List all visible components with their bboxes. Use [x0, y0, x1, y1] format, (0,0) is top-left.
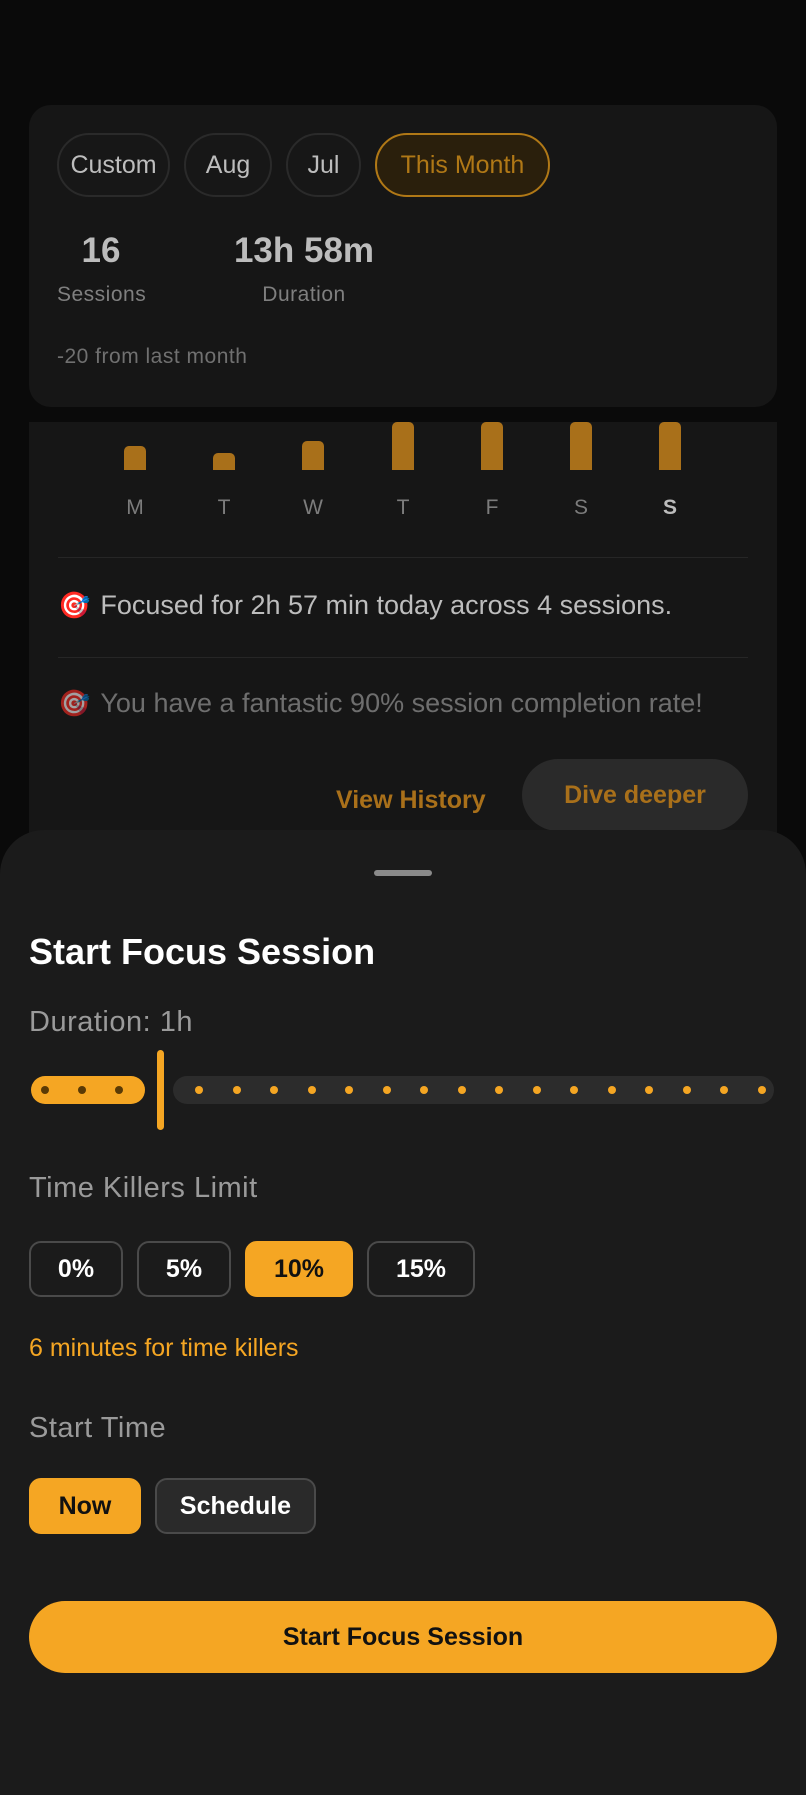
- duration-label: Duration: [262, 283, 346, 306]
- day-bar: [481, 422, 503, 470]
- target-icon: 🎯: [58, 590, 91, 620]
- sessions-label: Sessions: [57, 283, 147, 306]
- weekday-label: T: [217, 496, 231, 519]
- sheet-title: Start Focus Session: [29, 931, 376, 972]
- slider-dot: [645, 1086, 653, 1094]
- slider-dot: [78, 1086, 86, 1094]
- comparison-text: -20 from last month: [57, 345, 248, 368]
- slider-dot: [607, 1086, 616, 1094]
- view-history-button[interactable]: View History: [336, 786, 486, 815]
- day-bar: [659, 422, 681, 470]
- period-aug[interactable]: Aug: [184, 133, 272, 197]
- time-killers-label: Time Killers Limit: [29, 1172, 258, 1204]
- divider: [58, 557, 748, 558]
- dive-deeper-button[interactable]: Dive deeper: [522, 759, 748, 831]
- period-custom[interactable]: Custom: [57, 133, 170, 197]
- day-bar: [302, 441, 324, 470]
- slider-dot: [115, 1086, 123, 1094]
- day-bar: [570, 422, 592, 470]
- slider-dot: [270, 1086, 278, 1094]
- slider-dot: [345, 1086, 353, 1094]
- start-time-options: Now Schedule: [29, 1478, 316, 1534]
- day-bar: [213, 453, 235, 470]
- time-killers-note: 6 minutes for time killers: [29, 1334, 299, 1362]
- weekday-label: S: [573, 496, 588, 519]
- period-this-month[interactable]: This Month: [375, 133, 550, 197]
- weekday-label: M: [126, 496, 144, 519]
- weekday-label: F: [485, 496, 499, 519]
- schedule-button[interactable]: Schedule: [155, 1478, 316, 1534]
- start-focus-session-button[interactable]: Start Focus Session: [29, 1601, 777, 1673]
- slider-dot: [232, 1086, 241, 1094]
- slider-dot: [195, 1086, 203, 1094]
- start-time-label: Start Time: [29, 1412, 167, 1444]
- slider-dot: [457, 1086, 466, 1094]
- time-killer-15-button[interactable]: 15%: [367, 1241, 475, 1297]
- duration-slider-track[interactable]: [173, 1076, 774, 1104]
- period-selector: Custom Aug Jul This Month: [57, 133, 550, 197]
- target-icon: 🎯: [58, 688, 91, 718]
- insight-today-text: Focused for 2h 57 min today across 4 ses…: [100, 590, 673, 620]
- day-bar: [124, 446, 146, 470]
- slider-dot: [720, 1086, 728, 1094]
- sessions-stat: 16 Sessions: [57, 231, 147, 307]
- duration-slider-fill[interactable]: [31, 1076, 145, 1104]
- time-killer-0-button[interactable]: 0%: [29, 1241, 123, 1297]
- stats-card: Custom Aug Jul This Month 16 Sessions 13…: [29, 105, 777, 407]
- divider: [58, 657, 748, 658]
- duration-slider-thumb[interactable]: [157, 1050, 164, 1130]
- insight-completion-text: You have a fantastic 90% session complet…: [100, 688, 703, 718]
- slider-dot: [382, 1086, 391, 1094]
- time-killer-5-button[interactable]: 5%: [137, 1241, 231, 1297]
- slider-dot: [307, 1086, 316, 1094]
- slider-dot: [41, 1086, 49, 1094]
- duration-stat: 13h 58m Duration: [229, 231, 379, 307]
- weekday-label: T: [396, 496, 410, 519]
- slider-dot: [532, 1086, 541, 1094]
- time-killer-options: 0% 5% 10% 15%: [29, 1241, 475, 1297]
- slider-dot: [420, 1086, 428, 1094]
- weekday-label: S: [662, 496, 677, 519]
- sessions-value: 16: [81, 231, 121, 270]
- period-jul[interactable]: Jul: [286, 133, 361, 197]
- duration-label: Duration: 1h: [29, 1006, 193, 1038]
- slider-dot: [757, 1086, 766, 1094]
- day-bar: [392, 422, 414, 470]
- slider-dot: [682, 1086, 691, 1094]
- insight-completion: 🎯 You have a fantastic 90% session compl…: [58, 688, 703, 719]
- weekly-chart-card: M T W T F S S 🎯 Focused for 2h 57 min today ac…: [29, 422, 777, 840]
- start-session-sheet: Start Focus Session Duration: 1h Time Ki…: [0, 830, 806, 1795]
- slider-dot: [570, 1086, 578, 1094]
- insight-today: 🎯 Focused for 2h 57 min today across 4 s…: [58, 590, 672, 621]
- time-killer-10-button[interactable]: 10%: [245, 1241, 353, 1297]
- start-now-button[interactable]: Now: [29, 1478, 141, 1534]
- weekday-label: W: [303, 496, 323, 519]
- duration-value: 13h 58m: [233, 231, 375, 270]
- slider-dot: [495, 1086, 503, 1094]
- sheet-drag-handle[interactable]: [374, 870, 432, 876]
